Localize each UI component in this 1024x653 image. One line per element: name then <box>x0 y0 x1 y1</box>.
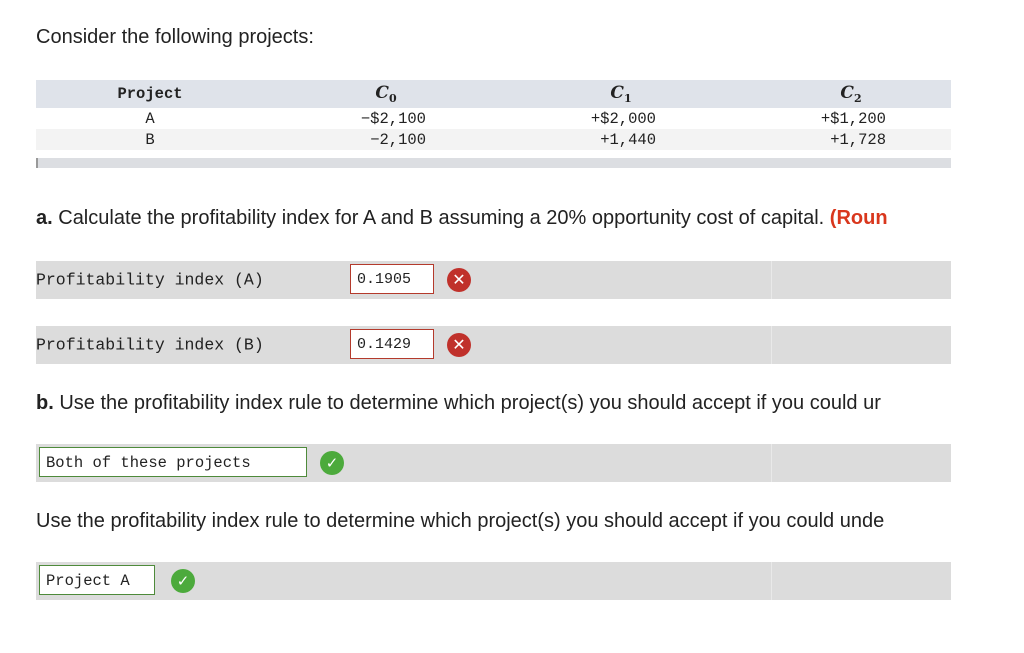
intro-text: Consider the following projects: <box>36 26 314 48</box>
row-c0: −2,100 <box>370 130 426 149</box>
check-circle-icon: ✓ <box>320 451 344 475</box>
row-project: B <box>145 130 155 149</box>
header-c1: C1 <box>610 82 632 106</box>
header-c0: C0 <box>375 82 397 106</box>
question-a: a. Calculate the profitability index for… <box>36 207 888 229</box>
divider <box>771 444 772 482</box>
answer-row-b1: Both of these projects ✓ <box>36 444 951 482</box>
divider <box>771 562 772 600</box>
answer-row-b: Profitability index (B) 0.1429 ✕ <box>36 326 951 364</box>
pi-b-input[interactable]: 0.1429 <box>350 329 434 359</box>
question-b: b. Use the profitability index rule to d… <box>36 392 881 414</box>
answer-row-b2: Project A ✓ <box>36 562 951 600</box>
cash-flow-table: Project C0 C1 C2 A −$2,100 +$2,000 +$1,2… <box>36 80 951 168</box>
table-row: A −$2,100 +$2,000 +$1,200 <box>36 108 951 129</box>
check-circle-icon: ✓ <box>171 569 195 593</box>
header-c2: C2 <box>840 82 862 106</box>
project-select-limited[interactable]: Project A <box>39 565 155 595</box>
table-footer-bar <box>36 158 951 168</box>
divider <box>771 326 772 364</box>
divider <box>771 261 772 299</box>
row-c1: +$2,000 <box>590 109 656 128</box>
row-c1: +1,440 <box>600 130 656 149</box>
pi-a-label: Profitability index (A) <box>36 270 264 290</box>
row-c2: +1,728 <box>830 130 886 149</box>
table-row: B −2,100 +1,440 +1,728 <box>36 129 951 150</box>
row-c0: −$2,100 <box>360 109 426 128</box>
row-c2: +$1,200 <box>820 109 886 128</box>
answer-row-a: Profitability index (A) 0.1905 ✕ <box>36 261 951 299</box>
table-header: Project C0 C1 C2 <box>36 80 951 108</box>
pi-a-input[interactable]: 0.1905 <box>350 264 434 294</box>
row-project: A <box>145 109 155 128</box>
header-project: Project <box>117 85 183 103</box>
x-circle-icon: ✕ <box>447 268 471 292</box>
question-b2: Use the profitability index rule to dete… <box>36 510 885 532</box>
x-circle-icon: ✕ <box>447 333 471 357</box>
pi-b-label: Profitability index (B) <box>36 335 264 355</box>
project-select-unlimited[interactable]: Both of these projects <box>39 447 307 477</box>
